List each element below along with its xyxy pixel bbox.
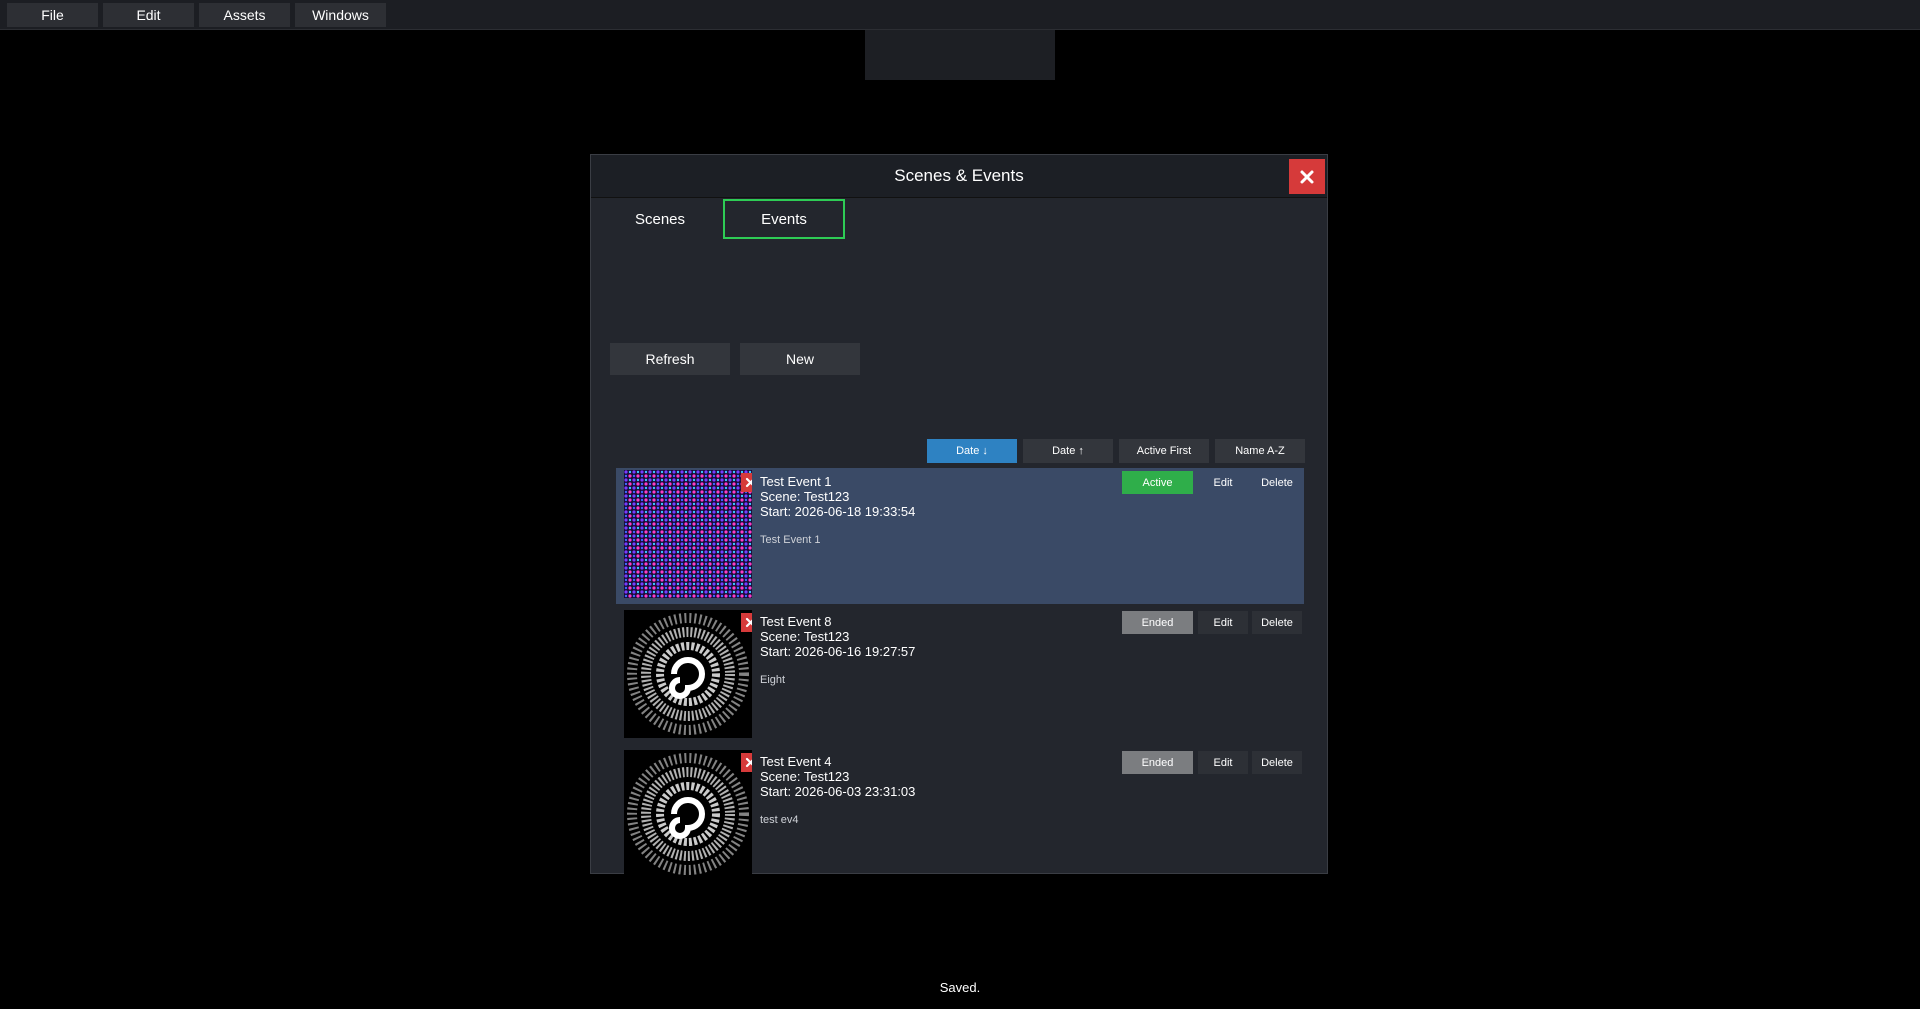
edit-button[interactable]: Edit [1198, 751, 1248, 774]
event-row[interactable]: Test Event 1 Scene: Test123 Start: 2026-… [616, 468, 1304, 604]
sort-date-desc-button[interactable]: Date ↓ [927, 439, 1017, 463]
dialog-title: Scenes & Events [894, 166, 1024, 185]
event-scene: Scene: Test123 [760, 629, 850, 644]
refresh-button[interactable]: Refresh [610, 343, 730, 375]
close-icon [745, 477, 752, 488]
event-start: Start: 2026-06-16 19:27:57 [760, 644, 916, 659]
event-row[interactable]: Test Event 8 Scene: Test123 Start: 2026-… [616, 608, 1304, 744]
event-description: Eight [760, 674, 786, 686]
event-scene: Scene: Test123 [760, 489, 850, 504]
colorful-grid-thumbnail-icon [624, 470, 752, 598]
menu-windows[interactable]: Windows [295, 3, 386, 27]
top-center-panel [865, 30, 1055, 80]
delete-button[interactable]: Delete [1252, 751, 1302, 774]
close-button[interactable] [1289, 159, 1325, 194]
spiral-galaxy-thumbnail-icon [624, 610, 752, 738]
status-message: Saved. [939, 980, 981, 995]
menu-edit[interactable]: Edit [103, 3, 194, 27]
menu-file[interactable]: File [7, 3, 98, 27]
event-name: Test Event 1 [760, 474, 832, 489]
close-icon [745, 757, 752, 768]
event-name: Test Event 4 [760, 754, 832, 769]
sort-name-az-button[interactable]: Name A-Z [1215, 439, 1305, 463]
delete-button[interactable]: Delete [1252, 611, 1302, 634]
event-start: Start: 2026-06-18 19:33:54 [760, 504, 916, 519]
event-thumbnail [624, 610, 752, 738]
remove-thumbnail-button[interactable] [741, 473, 752, 492]
status-badge[interactable]: Active [1122, 471, 1193, 494]
remove-thumbnail-button[interactable] [741, 613, 752, 632]
delete-button[interactable]: Delete [1252, 471, 1302, 494]
event-description: Test Event 1 [760, 534, 821, 546]
tab-events[interactable]: Events [723, 199, 845, 239]
event-name: Test Event 8 [760, 614, 832, 629]
tab-scenes[interactable]: Scenes [599, 199, 721, 239]
close-icon [745, 617, 752, 628]
close-icon [1300, 170, 1314, 183]
edit-button[interactable]: Edit [1198, 471, 1248, 494]
event-scene: Scene: Test123 [760, 769, 850, 784]
menu-bar: File Edit Assets Windows [0, 0, 1920, 30]
event-start: Start: 2026-06-03 23:31:03 [760, 784, 916, 799]
spiral-galaxy-thumbnail-icon [624, 750, 752, 878]
sort-active-first-button[interactable]: Active First [1119, 439, 1209, 463]
event-description: test ev4 [760, 814, 799, 826]
event-thumbnail [624, 470, 752, 598]
dialog-header: Scenes & Events [591, 155, 1327, 198]
status-badge[interactable]: Ended [1122, 611, 1193, 634]
event-thumbnail [624, 750, 752, 878]
sort-date-asc-button[interactable]: Date ↑ [1023, 439, 1113, 463]
status-badge[interactable]: Ended [1122, 751, 1193, 774]
event-row[interactable]: Test Event 4 Scene: Test123 Start: 2026-… [616, 748, 1304, 878]
menu-assets[interactable]: Assets [199, 3, 290, 27]
scenes-events-dialog: Scenes & Events Scenes Events Refresh Ne… [590, 154, 1328, 878]
edit-button[interactable]: Edit [1198, 611, 1248, 634]
remove-thumbnail-button[interactable] [741, 753, 752, 772]
new-button[interactable]: New [740, 343, 860, 375]
